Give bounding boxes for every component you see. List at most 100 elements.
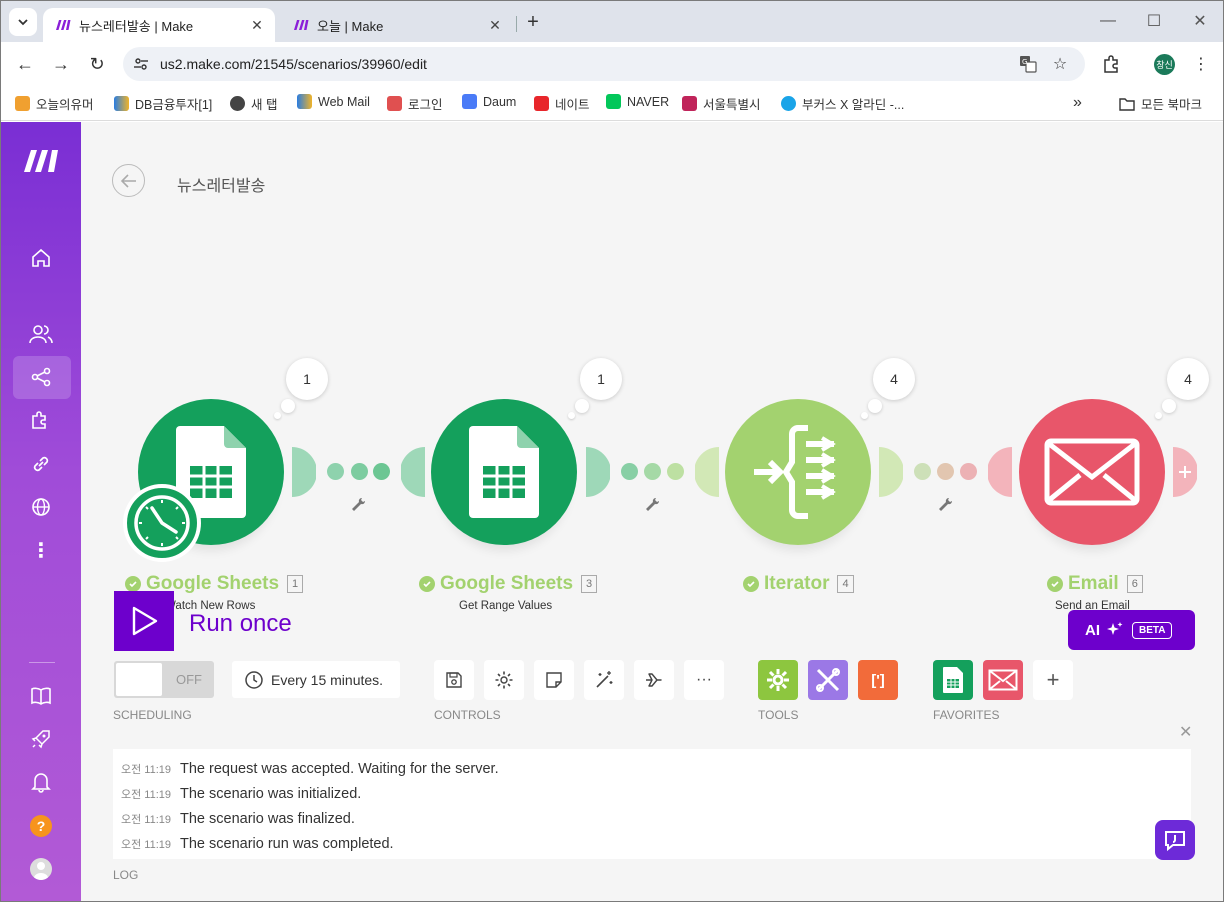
close-tab-icon[interactable]: ✕ bbox=[247, 15, 267, 35]
operation-count-bubble[interactable]: 1 bbox=[580, 358, 622, 400]
reload-button[interactable]: ↻ bbox=[83, 50, 111, 78]
user-avatar[interactable] bbox=[27, 855, 55, 883]
bookmark-item[interactable]: DB금융투자[1] bbox=[114, 94, 212, 113]
profile-avatar[interactable]: 창신 bbox=[1154, 54, 1175, 75]
link-icon[interactable] bbox=[27, 450, 55, 478]
book-icon[interactable] bbox=[27, 682, 55, 710]
module-label: Email 6 bbox=[1047, 573, 1143, 595]
extensions-icon[interactable] bbox=[1097, 51, 1125, 77]
close-log-icon[interactable]: ✕ bbox=[1179, 722, 1192, 742]
bookmark-item[interactable]: 새 탭 bbox=[230, 94, 277, 113]
save-button[interactable] bbox=[434, 660, 474, 700]
favorite-email[interactable] bbox=[983, 660, 1023, 700]
bookmark-star-icon[interactable]: ☆ bbox=[1049, 54, 1071, 74]
tab-today[interactable]: 오늘 | Make ✕ bbox=[281, 8, 513, 42]
run-once-button[interactable] bbox=[114, 591, 174, 651]
scenarios-share-icon[interactable] bbox=[27, 363, 55, 391]
back-arrow-button[interactable] bbox=[112, 164, 145, 197]
log-panel[interactable]: 오전 11:19 The request was accepted. Waiti… bbox=[113, 749, 1191, 859]
globe-icon[interactable] bbox=[27, 493, 55, 521]
operation-count-bubble[interactable]: 4 bbox=[1167, 358, 1209, 400]
team-icon[interactable] bbox=[27, 320, 55, 348]
chat-help-icon bbox=[1165, 831, 1185, 852]
help-chat-button[interactable] bbox=[1155, 820, 1195, 860]
tool-tools[interactable] bbox=[808, 660, 848, 700]
bubble-tail bbox=[861, 412, 868, 419]
add-module-button[interactable] bbox=[1173, 447, 1198, 497]
module-iterator[interactable] bbox=[725, 399, 871, 545]
bookmark-item[interactable]: 네이트 bbox=[534, 94, 590, 113]
auto-align-button[interactable] bbox=[584, 660, 624, 700]
translate-icon[interactable]: G bbox=[1017, 54, 1039, 74]
connector-dot bbox=[937, 463, 954, 480]
favorite-google-sheets[interactable] bbox=[933, 660, 973, 700]
bookmarks-overflow-button[interactable]: » bbox=[1073, 94, 1082, 112]
bookmark-item[interactable]: Daum bbox=[462, 94, 516, 109]
bookmark-item[interactable]: 부커스 X 알라딘 -... bbox=[781, 94, 904, 113]
scenario-settings-button[interactable] bbox=[484, 660, 524, 700]
help-question-icon[interactable]: ? bbox=[27, 812, 55, 840]
operation-count-bubble[interactable]: 4 bbox=[873, 358, 915, 400]
add-favorite-button[interactable]: + bbox=[1033, 660, 1073, 700]
address-bar[interactable]: us2.make.com/21545/scenarios/39960/edit … bbox=[123, 47, 1085, 81]
notes-button[interactable] bbox=[534, 660, 574, 700]
connector-out-half bbox=[292, 447, 317, 497]
airplane-icon bbox=[646, 673, 662, 687]
sparkle-icon bbox=[1107, 622, 1123, 635]
tool-flow-control[interactable] bbox=[758, 660, 798, 700]
gear-icon bbox=[495, 671, 513, 689]
clock-icon bbox=[245, 670, 263, 689]
clock-trigger-icon[interactable] bbox=[123, 484, 201, 562]
all-bookmarks-folder[interactable]: 모든 북마크 bbox=[1119, 94, 1202, 113]
scenario-title[interactable]: 뉴스레터발송 bbox=[177, 172, 265, 196]
tool-text-parser[interactable]: ['] bbox=[858, 660, 898, 700]
home-icon[interactable] bbox=[27, 244, 55, 272]
log-time: 오전 11:19 bbox=[121, 814, 172, 826]
module-google-sheets-range[interactable] bbox=[431, 399, 577, 545]
bookmark-item[interactable]: 서울특별시 bbox=[682, 94, 761, 113]
run-once-label[interactable]: Run once bbox=[189, 610, 292, 638]
check-icon bbox=[419, 576, 435, 592]
scenario-canvas[interactable]: 뉴스레터발송 1 1 4 4 Google Sheets 1 Watch New… bbox=[81, 122, 1223, 901]
tab-newsletter[interactable]: 뉴스레터발송 | Make ✕ bbox=[43, 8, 275, 42]
back-button[interactable]: ← bbox=[11, 50, 39, 78]
bell-icon[interactable] bbox=[27, 768, 55, 796]
bookmark-item[interactable]: NAVER bbox=[606, 94, 669, 109]
scheduling-toggle[interactable]: OFF bbox=[114, 661, 214, 698]
log-time: 오전 11:19 bbox=[121, 764, 172, 776]
tools-icon bbox=[816, 668, 840, 692]
log-time: 오전 11:19 bbox=[121, 839, 172, 851]
connector-dot bbox=[667, 463, 684, 480]
bookmark-favicon-icon bbox=[297, 94, 312, 109]
log-message: The scenario was finalized. bbox=[180, 811, 355, 827]
bookmark-item[interactable]: 오늘의유머 bbox=[15, 94, 94, 113]
close-window-button[interactable]: ✕ bbox=[1185, 7, 1215, 35]
more-menu-icon[interactable]: ⋮ bbox=[1187, 51, 1215, 77]
wrench-icon[interactable] bbox=[937, 497, 953, 513]
make-logo-icon[interactable] bbox=[23, 147, 59, 175]
rocket-icon[interactable] bbox=[27, 725, 55, 753]
maximize-button[interactable]: ☐ bbox=[1139, 7, 1169, 35]
more-vertical-icon[interactable]: ⋮ bbox=[27, 536, 55, 564]
connector-out-half bbox=[586, 447, 611, 497]
minimize-button[interactable]: — bbox=[1093, 7, 1123, 35]
new-tab-button[interactable]: + bbox=[521, 9, 545, 35]
ai-assistant-button[interactable]: AI BETA bbox=[1068, 610, 1195, 650]
more-controls-button[interactable]: ··· bbox=[684, 660, 724, 700]
bookmark-favicon-icon bbox=[682, 96, 697, 111]
bookmark-item[interactable]: Web Mail bbox=[297, 94, 370, 109]
module-email[interactable] bbox=[1019, 399, 1165, 545]
operation-count-bubble[interactable]: 1 bbox=[286, 358, 328, 400]
wrench-icon[interactable] bbox=[350, 497, 366, 513]
forward-button[interactable]: → bbox=[47, 50, 75, 78]
puzzle-icon[interactable] bbox=[27, 407, 55, 435]
schedule-setting-button[interactable]: Every 15 minutes. bbox=[232, 661, 400, 698]
wrench-icon[interactable] bbox=[644, 497, 660, 513]
bookmark-item[interactable]: 로그인 bbox=[387, 94, 443, 113]
explain-flow-button[interactable] bbox=[634, 660, 674, 700]
tab-search-button[interactable] bbox=[9, 8, 37, 36]
bookmark-favicon-icon bbox=[387, 96, 402, 111]
close-tab-icon[interactable]: ✕ bbox=[485, 15, 505, 35]
globe-icon bbox=[230, 96, 245, 111]
site-info-icon[interactable] bbox=[131, 54, 151, 74]
